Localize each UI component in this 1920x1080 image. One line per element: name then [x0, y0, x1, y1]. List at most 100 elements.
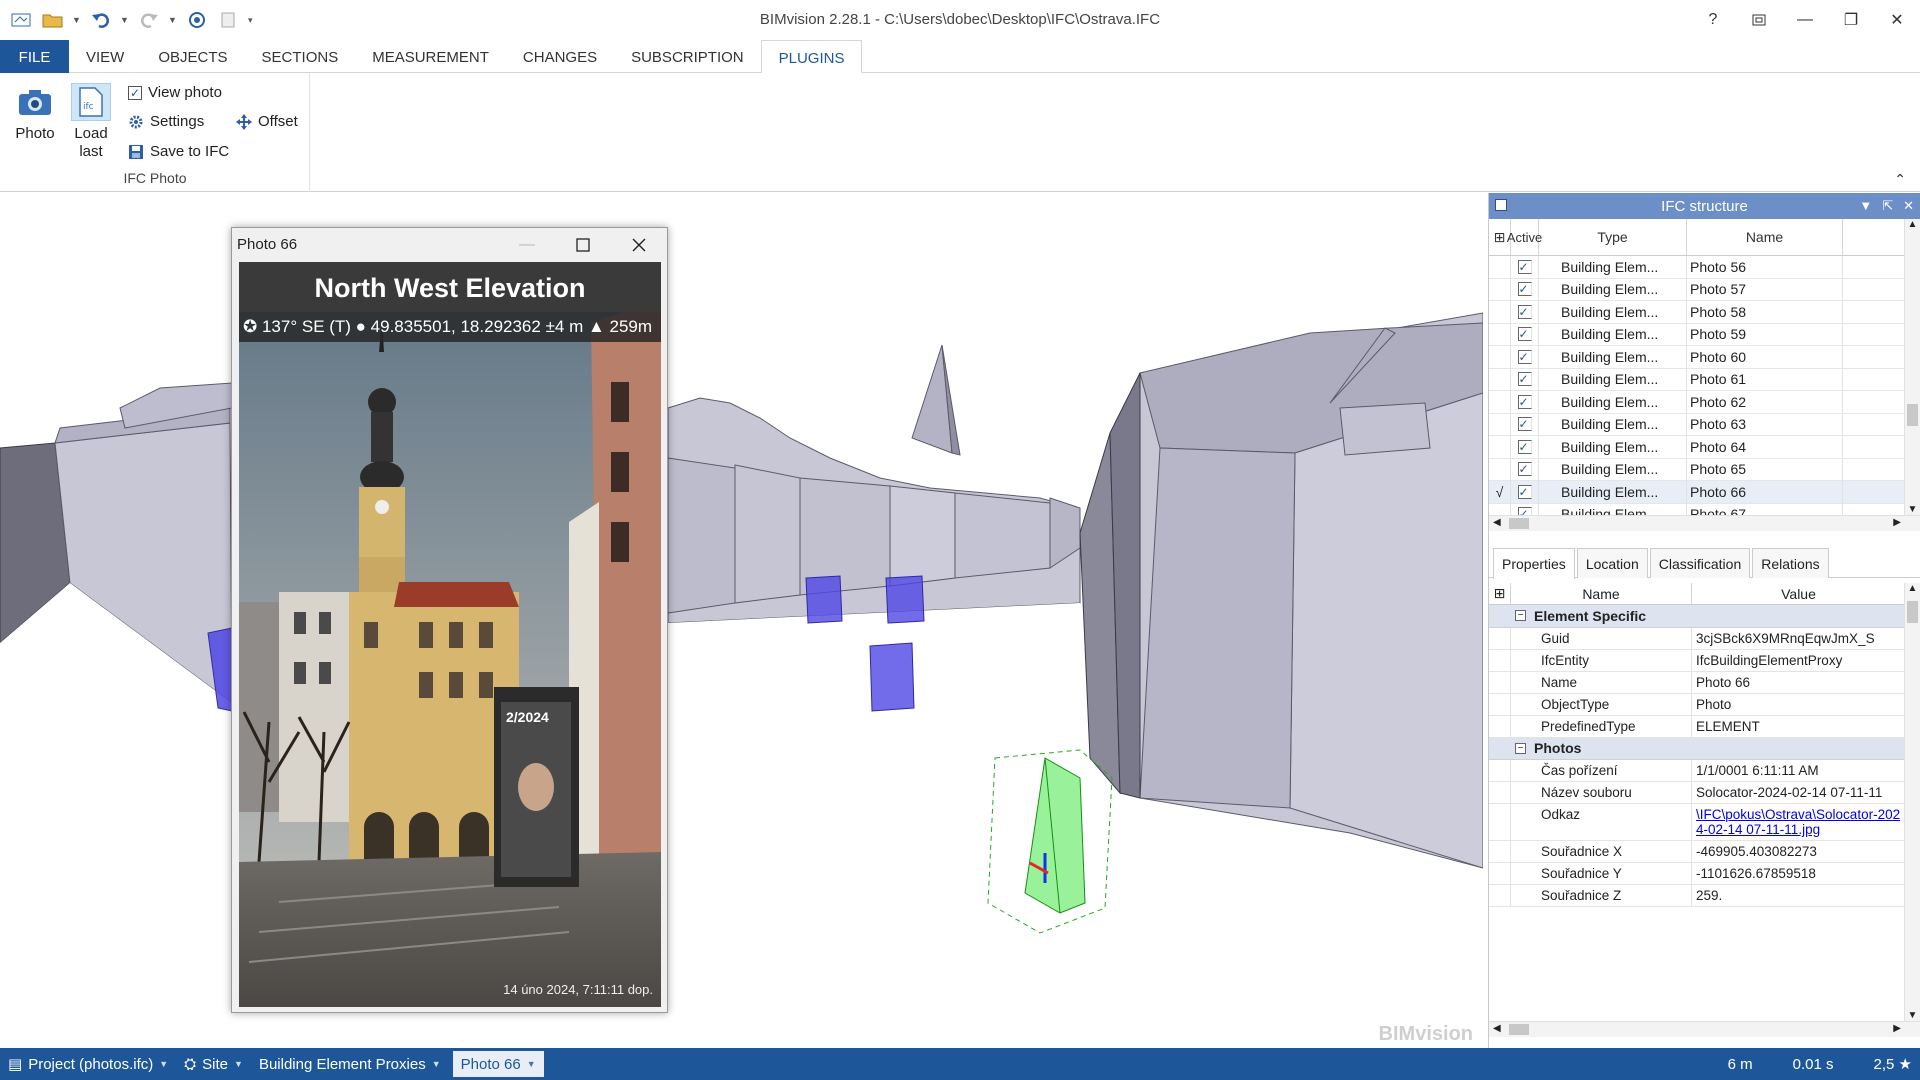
ifc-horizontal-scrollbar[interactable]: ◀ ▶: [1489, 515, 1920, 531]
breadcrumb-project[interactable]: ▤ Project (photos.ifc) ▼: [0, 1051, 176, 1077]
active-checkbox-cell[interactable]: ✓: [1511, 391, 1539, 413]
active-checkbox-cell[interactable]: ✓: [1511, 368, 1539, 390]
category-photos[interactable]: − Photos: [1489, 737, 1905, 760]
active-checkbox[interactable]: ✓: [1517, 394, 1532, 409]
photo-maximize-button[interactable]: [555, 228, 611, 261]
active-checkbox-cell[interactable]: ✓: [1511, 323, 1539, 345]
restore-button[interactable]: ❐: [1828, 0, 1874, 40]
tab-properties[interactable]: Properties: [1493, 548, 1575, 579]
table-row[interactable]: ✓ Building Elem... Photo 62: [1489, 391, 1905, 414]
offset-button[interactable]: Offset: [236, 113, 298, 130]
save-to-ifc-button[interactable]: Save to IFC: [128, 143, 229, 160]
photo-button[interactable]: Photo: [8, 83, 62, 142]
col-active[interactable]: Active: [1507, 219, 1542, 255]
tab-relations[interactable]: Relations: [1752, 548, 1829, 578]
breadcrumb-site[interactable]: ⛭ Site ▼: [176, 1051, 251, 1077]
property-row[interactable]: Guid 3cjSBck6X9MRnqEqwJmX_S: [1489, 627, 1905, 650]
tab-subscription[interactable]: SUBSCRIPTION: [614, 40, 761, 73]
active-checkbox[interactable]: ✓: [1517, 462, 1532, 477]
3d-viewport[interactable]: BIMvision: [0, 193, 1483, 1048]
tab-sections[interactable]: SECTIONS: [245, 40, 356, 73]
table-row[interactable]: ✓ Building Elem... Photo 64: [1489, 436, 1905, 459]
property-row[interactable]: Čas pořízení 1/1/0001 6:11:11 AM: [1489, 760, 1905, 782]
help-button[interactable]: ?: [1690, 0, 1736, 40]
collapse-icon[interactable]: −: [1515, 610, 1526, 622]
panel-menu-icon[interactable]: ▼: [1859, 198, 1872, 214]
active-checkbox-cell[interactable]: ✓: [1511, 301, 1539, 323]
chevron-down-icon[interactable]: ▼: [234, 1059, 243, 1069]
active-checkbox[interactable]: ✓: [1517, 349, 1532, 364]
breadcrumb-proxies[interactable]: Building Element Proxies ▼: [251, 1051, 449, 1077]
properties-vertical-scrollbar[interactable]: ▲ ▼: [1904, 583, 1920, 1021]
property-row[interactable]: IfcEntity IfcBuildingElementProxy: [1489, 649, 1905, 672]
property-link[interactable]: \IFC\pokus\Ostrava\Solocator-2024-02-14 …: [1692, 804, 1905, 840]
property-row[interactable]: Odkaz \IFC\pokus\Ostrava\Solocator-2024-0…: [1489, 804, 1905, 841]
property-row[interactable]: Souřadnice Z 259.: [1489, 885, 1905, 907]
breadcrumb-photo[interactable]: Photo 66 ▼: [452, 1051, 544, 1077]
chevron-down-icon[interactable]: ▼: [432, 1059, 441, 1069]
property-row[interactable]: Název souboru Solocator-2024-02-14 07-11-…: [1489, 782, 1905, 804]
active-checkbox[interactable]: ✓: [1517, 327, 1532, 342]
chevron-down-icon[interactable]: ▼: [527, 1059, 536, 1069]
active-checkbox-cell[interactable]: ✓: [1511, 346, 1539, 368]
collapse-icon[interactable]: −: [1515, 742, 1526, 754]
col-name[interactable]: Name: [1687, 219, 1843, 255]
ifc-vertical-scrollbar[interactable]: ▲ ▼: [1904, 219, 1920, 515]
view-photo-check[interactable]: ✓: [128, 85, 142, 100]
prop-scroll-thumb[interactable]: [1907, 601, 1918, 623]
chevron-down-icon[interactable]: ▼: [159, 1059, 168, 1069]
prop-hscroll-thumb[interactable]: [1509, 1024, 1529, 1035]
table-row[interactable]: ✓ Building Elem... Photo 58: [1489, 301, 1905, 324]
table-row[interactable]: ✓ Building Elem... Photo 65: [1489, 458, 1905, 481]
tab-view[interactable]: VIEW: [69, 40, 141, 73]
active-checkbox[interactable]: ✓: [1517, 484, 1532, 499]
active-checkbox[interactable]: ✓: [1517, 439, 1532, 454]
tab-measurement[interactable]: MEASUREMENT: [355, 40, 506, 73]
property-row[interactable]: Souřadnice Y -1101626.67859518: [1489, 863, 1905, 885]
active-checkbox[interactable]: ✓: [1517, 282, 1532, 297]
minimize-button[interactable]: —: [1782, 0, 1828, 40]
panel-close-icon[interactable]: ✕: [1903, 198, 1914, 214]
panel-float-icon[interactable]: ⇱: [1882, 198, 1893, 214]
settings-button[interactable]: Settings: [128, 113, 204, 130]
active-checkbox-cell[interactable]: ✓: [1511, 458, 1539, 480]
tab-plugins[interactable]: PLUGINS: [760, 40, 863, 74]
prop-grid-options-icon[interactable]: ⊞: [1489, 583, 1511, 604]
property-row[interactable]: Name Photo 66: [1489, 671, 1905, 694]
fullscreen-icon[interactable]: [1736, 0, 1782, 40]
active-checkbox-cell[interactable]: ✓: [1511, 256, 1539, 278]
collapse-ribbon-icon[interactable]: ⌃: [1894, 171, 1906, 188]
tab-changes[interactable]: CHANGES: [506, 40, 614, 73]
tab-location[interactable]: Location: [1576, 548, 1648, 578]
table-row[interactable]: ✓ Building Elem... Photo 59: [1489, 323, 1905, 346]
property-row[interactable]: PredefinedType ELEMENT: [1489, 715, 1905, 738]
view-photo-checkbox[interactable]: ✓ View photo: [128, 84, 222, 101]
table-row[interactable]: ✓ Building Elem... Photo 57: [1489, 278, 1905, 301]
3d-model-scene[interactable]: [0, 193, 1483, 1048]
property-row[interactable]: Souřadnice X -469905.403082273: [1489, 841, 1905, 863]
load-last-button[interactable]: ifc Load last: [64, 83, 118, 161]
prop-col-name[interactable]: Name: [1511, 583, 1692, 604]
tab-classification[interactable]: Classification: [1649, 548, 1751, 578]
active-checkbox[interactable]: ✓: [1517, 417, 1532, 432]
active-checkbox[interactable]: ✓: [1517, 304, 1532, 319]
properties-horizontal-scrollbar[interactable]: ◀ ▶: [1489, 1021, 1920, 1037]
photo-close-button[interactable]: [611, 228, 667, 261]
active-checkbox-cell[interactable]: ✓: [1511, 436, 1539, 458]
tab-objects[interactable]: OBJECTS: [141, 40, 244, 73]
table-row[interactable]: ✓ Building Elem... Photo 60: [1489, 346, 1905, 369]
table-row[interactable]: ✓ Building Elem... Photo 56: [1489, 256, 1905, 279]
active-checkbox-cell[interactable]: ✓: [1511, 413, 1539, 435]
ifc-hscroll-thumb[interactable]: [1509, 518, 1529, 529]
table-row[interactable]: ✓ Building Elem... Photo 61: [1489, 368, 1905, 391]
active-checkbox[interactable]: ✓: [1517, 259, 1532, 274]
table-row[interactable]: ✓ Building Elem... Photo 63: [1489, 413, 1905, 436]
active-checkbox-cell[interactable]: ✓: [1511, 278, 1539, 300]
col-extra[interactable]: [1843, 219, 1905, 255]
close-button[interactable]: ✕: [1874, 0, 1920, 40]
photo-window[interactable]: Photo 66 — 2/2024 North West Elevation ✪…: [231, 227, 668, 1013]
active-checkbox[interactable]: ✓: [1517, 372, 1532, 387]
prop-col-value[interactable]: Value: [1692, 583, 1905, 604]
ifc-scroll-thumb[interactable]: [1907, 404, 1918, 426]
tab-file[interactable]: FILE: [0, 40, 69, 73]
